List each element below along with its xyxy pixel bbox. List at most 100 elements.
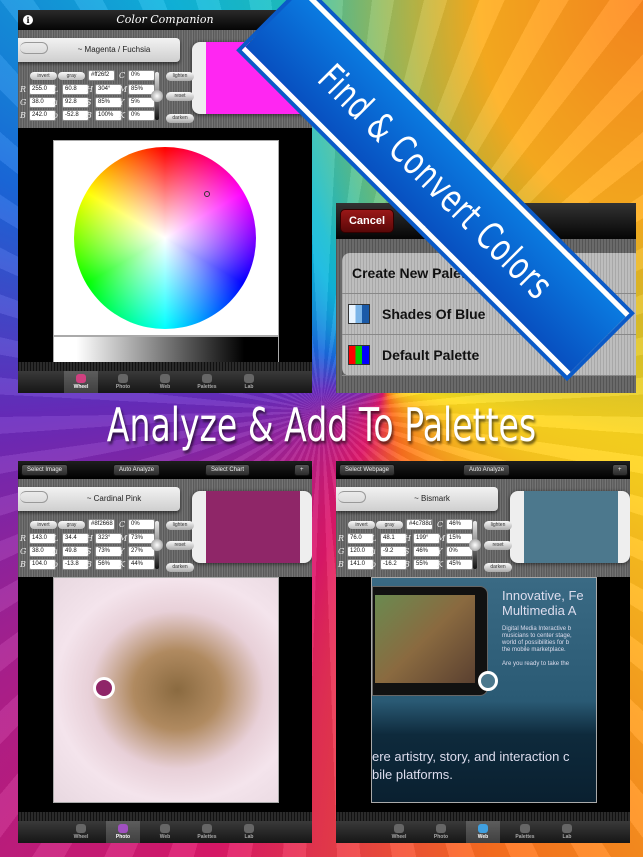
lab-label: a xyxy=(371,547,376,556)
color-wheel[interactable] xyxy=(74,147,256,329)
brightness-slider[interactable] xyxy=(151,521,163,569)
rgb-field[interactable]: 38.0 xyxy=(29,546,56,557)
auto-analyze-button[interactable]: Auto Analyze xyxy=(463,464,511,476)
darken-button[interactable]: darken xyxy=(484,563,512,572)
rgb-field[interactable]: 143.0 xyxy=(29,533,56,544)
reset-button[interactable]: reset xyxy=(166,92,194,101)
hsb-label: B xyxy=(86,560,92,569)
food-photo[interactable] xyxy=(53,577,279,803)
gray-button[interactable]: gray xyxy=(376,521,403,529)
hsb-field[interactable]: 323° xyxy=(95,533,122,544)
tab-web[interactable]: Web xyxy=(148,821,182,843)
hsb-field[interactable]: 46% xyxy=(413,546,440,557)
rgb-field[interactable]: 120.0 xyxy=(347,546,374,557)
darken-button[interactable]: darken xyxy=(166,563,194,572)
hsb-field[interactable]: 100% xyxy=(95,110,122,121)
cmyk-label: C xyxy=(119,71,126,80)
cmyk-field[interactable]: 46% xyxy=(446,519,473,530)
lab-field[interactable]: 60.8 xyxy=(62,84,89,95)
slider-knob[interactable] xyxy=(469,539,481,551)
cmyk-field[interactable]: 0% xyxy=(128,70,155,81)
hsb-field[interactable]: 73% xyxy=(95,546,122,557)
cmyk-field[interactable]: 0% xyxy=(128,519,155,530)
slider-knob[interactable] xyxy=(151,539,163,551)
select-chart-button[interactable]: Select Chart xyxy=(205,464,251,476)
tab-palettes[interactable]: Palettes xyxy=(190,821,224,843)
gray-button[interactable]: gray xyxy=(58,521,85,529)
slider-knob[interactable] xyxy=(151,90,163,102)
invert-button[interactable]: invert xyxy=(30,521,57,529)
lighten-button[interactable]: lighten xyxy=(484,521,512,530)
rgb-field[interactable]: 76.0 xyxy=(347,533,374,544)
invert-button[interactable]: invert xyxy=(30,72,57,80)
tab-photo[interactable]: Photo xyxy=(424,821,458,843)
rgb-field[interactable]: 255.0 xyxy=(29,84,56,95)
tab-lab[interactable]: Lab xyxy=(550,821,584,843)
add-button[interactable]: + xyxy=(612,464,628,476)
flask-icon xyxy=(244,374,254,383)
tab-wheel[interactable]: Wheel xyxy=(64,821,98,843)
reset-button[interactable]: reset xyxy=(484,541,512,550)
select-webpage-button[interactable]: Select Webpage xyxy=(339,464,395,476)
lighten-button[interactable]: lighten xyxy=(166,521,194,530)
reset-button[interactable]: reset xyxy=(166,541,194,550)
tab-wheel[interactable]: Wheel xyxy=(64,371,98,393)
tab-palettes[interactable]: Palettes xyxy=(190,371,224,393)
lab-field[interactable]: 92.8 xyxy=(62,97,89,108)
tab-palettes[interactable]: Palettes xyxy=(508,821,542,843)
hex-field[interactable]: #8f2668 xyxy=(88,519,115,530)
hsb-field[interactable]: 199° xyxy=(413,533,440,544)
hsb-field[interactable]: 304° xyxy=(95,84,122,95)
hex-field[interactable]: #ff26f2 xyxy=(88,70,115,81)
lab-field[interactable]: -13.8 xyxy=(62,559,89,570)
rgb-field[interactable]: 38.0 xyxy=(29,97,56,108)
cmyk-field[interactable]: 44% xyxy=(128,559,155,570)
tab-wheel[interactable]: Wheel xyxy=(382,821,416,843)
tab-lab[interactable]: Lab xyxy=(232,371,266,393)
hsb-field[interactable]: 55% xyxy=(413,559,440,570)
lab-field[interactable]: 48.1 xyxy=(380,533,407,544)
info-icon[interactable]: i xyxy=(23,15,33,25)
cmyk-field[interactable]: 45% xyxy=(446,559,473,570)
tab-photo[interactable]: Photo xyxy=(106,371,140,393)
hsb-label: S xyxy=(86,98,92,107)
lighten-button[interactable]: lighten xyxy=(166,72,194,81)
hex-field[interactable]: #4c788d xyxy=(406,519,433,530)
gray-button[interactable]: gray xyxy=(58,72,85,80)
cancel-button[interactable]: Cancel xyxy=(340,209,394,233)
hsb-field[interactable]: 85% xyxy=(95,97,122,108)
brightness-slider[interactable] xyxy=(469,521,481,569)
invert-button[interactable]: invert xyxy=(348,521,375,529)
tab-label: Photo xyxy=(433,834,449,840)
brightness-slider[interactable] xyxy=(151,72,163,120)
tab-photo[interactable]: Photo xyxy=(106,821,140,843)
hsb-field[interactable]: 56% xyxy=(95,559,122,570)
lab-field[interactable]: 34.4 xyxy=(62,533,89,544)
brightness-bar[interactable] xyxy=(53,336,279,364)
lab-label: b xyxy=(371,560,377,569)
lab-field[interactable]: -52.8 xyxy=(62,110,89,121)
tab-web[interactable]: Web xyxy=(466,821,500,843)
rgb-field[interactable]: 141.0 xyxy=(347,559,374,570)
color-name-box: ~ Cardinal Pink xyxy=(18,487,180,511)
rgb-field[interactable]: 104.0 xyxy=(29,559,56,570)
color-swatch[interactable] xyxy=(192,491,312,563)
tab-lab[interactable]: Lab xyxy=(232,821,266,843)
darken-button[interactable]: darken xyxy=(166,114,194,123)
lab-field[interactable]: -16.2 xyxy=(380,559,407,570)
color-name: ~ Bismark xyxy=(414,494,450,503)
lab-field[interactable]: -9.2 xyxy=(380,546,407,557)
color-picker-pin[interactable] xyxy=(478,671,498,691)
rgb-field[interactable]: 242.0 xyxy=(29,110,56,121)
select-image-button[interactable]: Select Image xyxy=(21,464,69,476)
color-picker-pin[interactable] xyxy=(93,677,115,699)
lab-field[interactable]: 49.8 xyxy=(62,546,89,557)
wheel-picker-marker[interactable] xyxy=(204,191,210,197)
color-swatch[interactable] xyxy=(510,491,630,563)
color-name: ~ Cardinal Pink xyxy=(86,494,142,503)
cmyk-field[interactable]: 0% xyxy=(128,110,155,121)
add-button[interactable]: + xyxy=(294,464,310,476)
tab-web[interactable]: Web xyxy=(148,371,182,393)
paperclip-icon xyxy=(338,491,366,503)
auto-analyze-button[interactable]: Auto Analyze xyxy=(113,464,161,476)
